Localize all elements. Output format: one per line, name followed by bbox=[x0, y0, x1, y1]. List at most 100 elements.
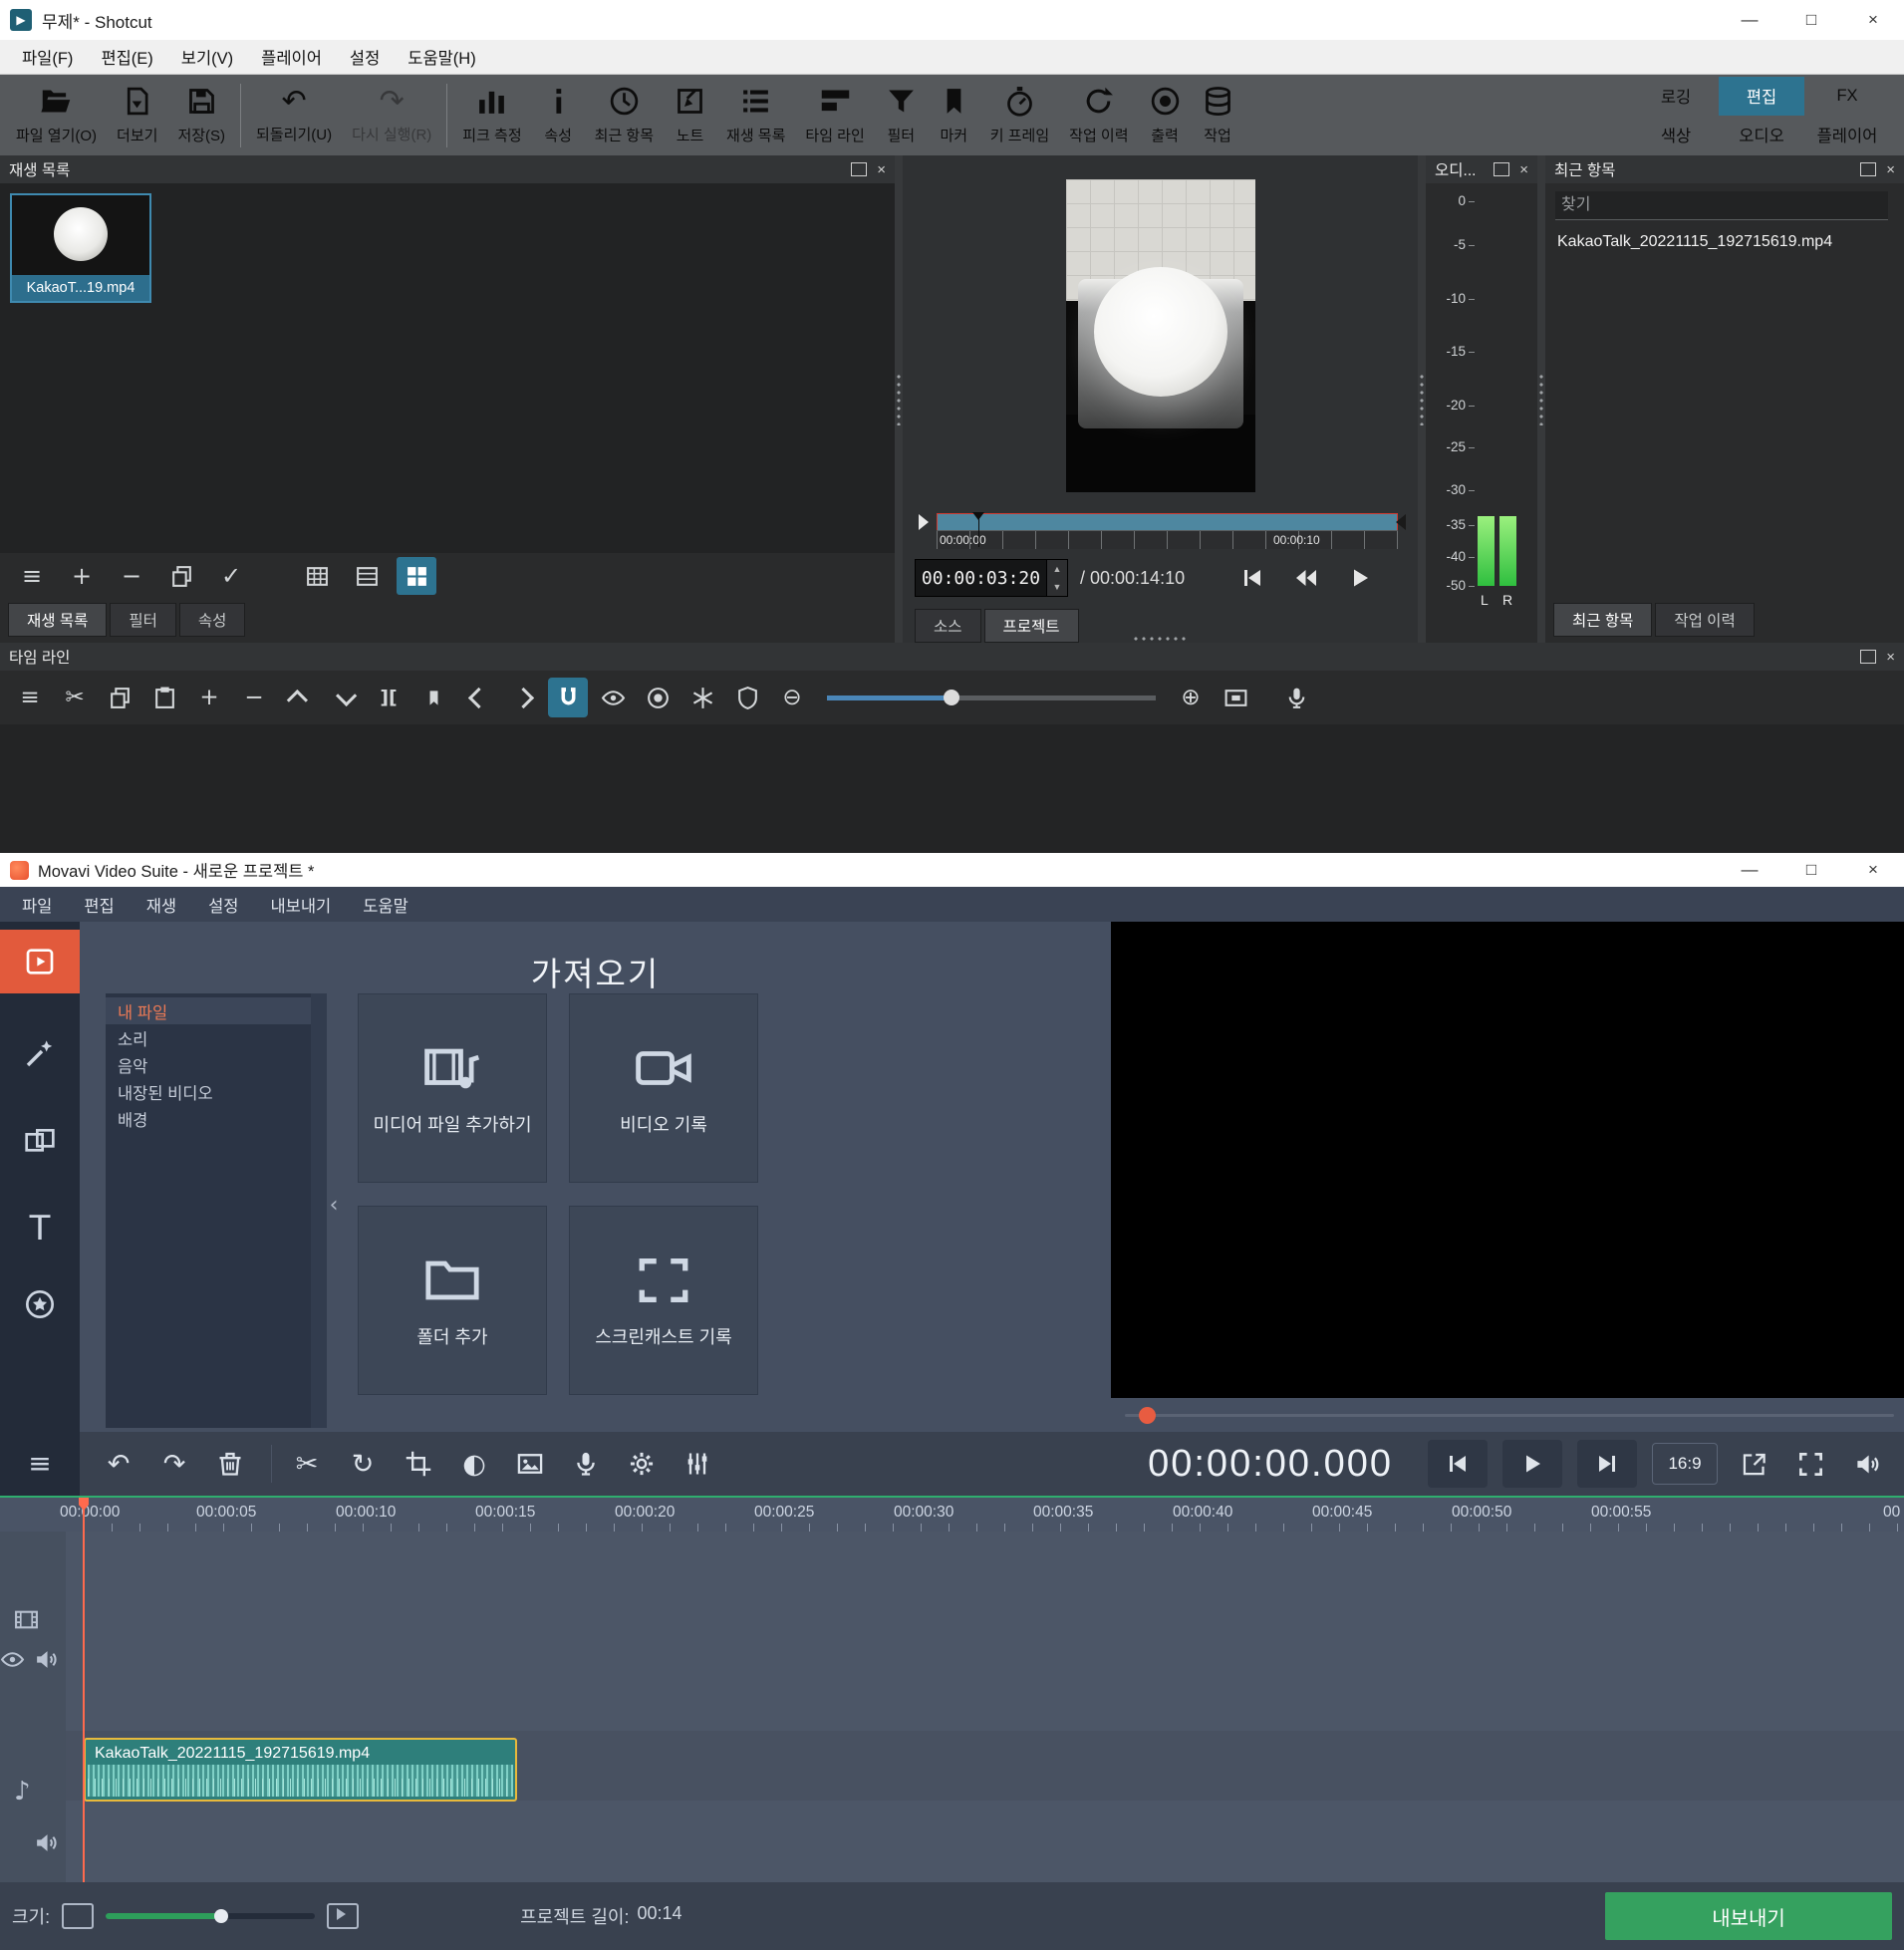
panel-splitter[interactable] bbox=[1418, 155, 1426, 643]
sidebar-titles-button[interactable]: T bbox=[0, 1197, 80, 1260]
markers-button[interactable]: 마커 bbox=[928, 77, 980, 154]
preview-progress-handle[interactable] bbox=[1139, 1407, 1156, 1424]
previous-marker-button[interactable] bbox=[458, 678, 498, 717]
playlist-button[interactable]: 재생 목록 bbox=[716, 77, 795, 154]
redo-button[interactable]: ↷ 다시 실행(R) bbox=[342, 77, 441, 154]
zoom-slider-knob[interactable] bbox=[944, 690, 960, 705]
zoom-min-icon[interactable] bbox=[62, 1903, 95, 1929]
float-panel-icon[interactable] bbox=[1860, 650, 1877, 664]
crop-button[interactable] bbox=[394, 1439, 443, 1489]
playlist-item[interactable]: KakaoT...19.mp4 bbox=[10, 193, 151, 303]
menu-file[interactable]: 파일 bbox=[6, 893, 68, 917]
scrub-while-dragging-toggle[interactable] bbox=[593, 678, 633, 717]
tab-filters[interactable]: 필터 bbox=[110, 603, 176, 637]
fullscreen-button[interactable] bbox=[1789, 1443, 1831, 1485]
step-up-icon[interactable]: ▲ bbox=[1047, 560, 1067, 578]
menu-settings[interactable]: 설정 bbox=[336, 45, 394, 69]
tab-source[interactable]: 소스 bbox=[915, 609, 981, 643]
view-details-button[interactable] bbox=[347, 557, 387, 595]
properties-button[interactable]: 속성 bbox=[532, 77, 585, 154]
next-frame-button[interactable] bbox=[1577, 1440, 1637, 1488]
zoom-fit-icon[interactable] bbox=[327, 1903, 360, 1929]
category-my-files[interactable]: 내 파일 bbox=[106, 997, 311, 1024]
save-button[interactable]: 저장(S) bbox=[167, 77, 235, 154]
close-panel-icon[interactable]: × bbox=[1519, 161, 1528, 178]
rewind-button[interactable] bbox=[1294, 566, 1318, 590]
snap-toggle[interactable] bbox=[548, 678, 588, 717]
menu-help[interactable]: 도움말 bbox=[347, 893, 424, 917]
in-point-marker[interactable] bbox=[919, 514, 929, 531]
image-button[interactable] bbox=[505, 1439, 555, 1489]
aspect-ratio-select[interactable]: 16:9 bbox=[1652, 1443, 1718, 1485]
record-audio-button[interactable] bbox=[1276, 678, 1316, 717]
tab-project[interactable]: 프로젝트 bbox=[983, 609, 1079, 643]
playlist-update-button[interactable] bbox=[161, 557, 201, 595]
ripple-all-tracks-toggle[interactable] bbox=[682, 678, 722, 717]
redo-button[interactable]: ↷ bbox=[149, 1439, 199, 1489]
previous-frame-button[interactable] bbox=[1428, 1440, 1488, 1488]
float-panel-icon[interactable] bbox=[851, 162, 868, 176]
history-button[interactable]: 작업 이력 bbox=[1059, 77, 1138, 154]
undo-button[interactable]: ↶ bbox=[94, 1439, 143, 1489]
category-sample-videos[interactable]: 내장된 비디오 bbox=[106, 1078, 311, 1105]
append-button[interactable]: + bbox=[189, 678, 229, 717]
playlist-menu-button[interactable]: ≡ bbox=[12, 557, 52, 595]
layout-color-button[interactable]: 색상 bbox=[1633, 116, 1719, 154]
color-adjust-button[interactable]: ◐ bbox=[449, 1439, 499, 1489]
selection-bar[interactable] bbox=[937, 513, 1398, 532]
export-button[interactable]: 내보내기 bbox=[1605, 1892, 1892, 1940]
record-voice-button[interactable] bbox=[561, 1439, 611, 1489]
maximize-button[interactable]: □ bbox=[1780, 0, 1842, 40]
tab-history[interactable]: 작업 이력 bbox=[1655, 603, 1755, 637]
scrubber-ruler[interactable]: 00:00:00 00:00:10 bbox=[937, 530, 1398, 550]
playhead-marker[interactable] bbox=[972, 512, 985, 548]
video-track-mute-toggle[interactable] bbox=[34, 1647, 59, 1672]
record-video-button[interactable]: 비디오 기록 bbox=[569, 993, 758, 1183]
menu-player[interactable]: 플레이어 bbox=[247, 45, 336, 69]
recent-file-item[interactable]: KakaoTalk_20221115_192715619.mp4 bbox=[1557, 233, 1832, 251]
minimize-button[interactable]: — bbox=[1719, 0, 1780, 40]
open-other-button[interactable]: 더보기 bbox=[107, 77, 167, 154]
clip-settings-button[interactable] bbox=[617, 1439, 667, 1489]
marker-button[interactable] bbox=[413, 678, 453, 717]
detach-player-button[interactable] bbox=[1733, 1443, 1774, 1485]
zoom-out-button[interactable]: ⊖ bbox=[772, 678, 812, 717]
menu-settings[interactable]: 설정 bbox=[192, 893, 254, 917]
sidebar-menu-button[interactable]: ≡ bbox=[0, 1432, 80, 1496]
sidebar-stickers-button[interactable] bbox=[0, 1272, 80, 1336]
next-marker-button[interactable] bbox=[503, 678, 543, 717]
split-button[interactable]: ][ bbox=[369, 678, 408, 717]
track-visibility-toggle[interactable] bbox=[0, 1647, 25, 1672]
volume-button[interactable] bbox=[1846, 1443, 1888, 1485]
layout-player-button[interactable]: 플레이어 bbox=[1804, 116, 1890, 154]
cut-button[interactable]: ✂ bbox=[55, 678, 95, 717]
horizontal-splitter[interactable] bbox=[1132, 637, 1189, 641]
timeline-playhead[interactable] bbox=[83, 1498, 85, 1882]
play-button[interactable] bbox=[1348, 566, 1372, 590]
skip-to-start-button[interactable] bbox=[1240, 566, 1264, 590]
overwrite-button[interactable] bbox=[324, 678, 364, 717]
zoom-slider-knob[interactable] bbox=[213, 1909, 228, 1923]
maximize-button[interactable]: □ bbox=[1780, 853, 1842, 887]
timeline-menu-button[interactable]: ≡ bbox=[10, 678, 50, 717]
minimize-button[interactable]: — bbox=[1719, 853, 1780, 887]
add-folder-button[interactable]: 폴더 추가 bbox=[358, 1206, 547, 1395]
menu-help[interactable]: 도움말(H) bbox=[394, 45, 489, 69]
zoom-fit-button[interactable] bbox=[1216, 678, 1255, 717]
notes-button[interactable]: 노트 bbox=[664, 77, 716, 154]
undo-button[interactable]: ↶ 되돌리기(U) bbox=[246, 77, 342, 154]
preview-progress-bar[interactable] bbox=[1125, 1414, 1894, 1417]
timeline-button[interactable]: 타임 라인 bbox=[795, 77, 874, 154]
filters-button[interactable]: 필터 bbox=[875, 77, 928, 154]
tab-playlist[interactable]: 재생 목록 bbox=[8, 603, 108, 637]
out-point-marker[interactable] bbox=[1396, 514, 1406, 531]
layout-editing-button[interactable]: 편집 bbox=[1719, 76, 1804, 116]
timeline-clip[interactable]: KakaoTalk_20221115_192715619.mp4 bbox=[84, 1738, 517, 1802]
ripple-markers-toggle[interactable] bbox=[727, 678, 767, 717]
layout-fx-button[interactable]: FX bbox=[1804, 77, 1890, 116]
timeline-zoom-slider[interactable] bbox=[827, 690, 1156, 705]
view-table-button[interactable] bbox=[297, 557, 337, 595]
timeline-tracks-empty[interactable] bbox=[0, 724, 1904, 853]
panel-splitter[interactable] bbox=[1537, 155, 1545, 643]
menu-export[interactable]: 내보내기 bbox=[255, 893, 348, 917]
